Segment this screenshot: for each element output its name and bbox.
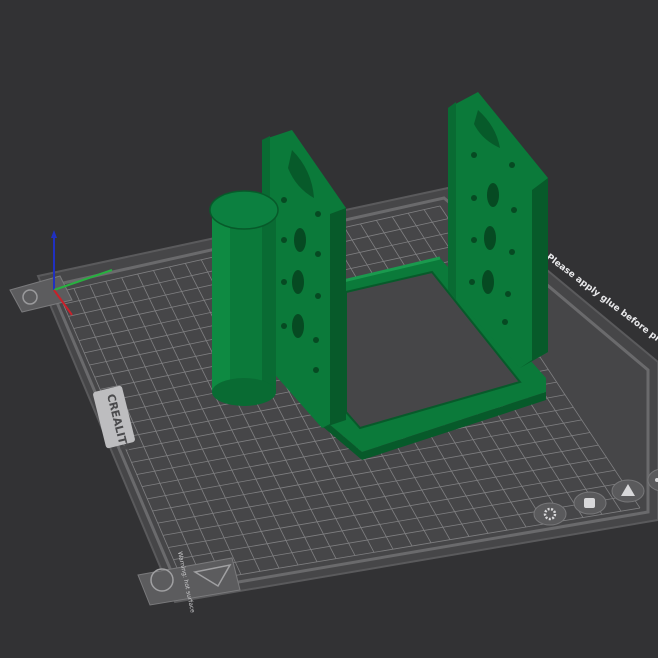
arrange-button[interactable]: [573, 491, 607, 515]
arrange-icon: [584, 498, 595, 508]
orient-button[interactable]: [611, 479, 645, 503]
3d-viewport[interactable]: Warning: hot surface CREALITY Please app…: [0, 0, 658, 658]
model-cylinder[interactable]: [209, 190, 279, 406]
scene-canvas[interactable]: Warning: hot surface CREALITY Please app…: [0, 0, 658, 658]
settings-gear-button[interactable]: [533, 502, 567, 526]
